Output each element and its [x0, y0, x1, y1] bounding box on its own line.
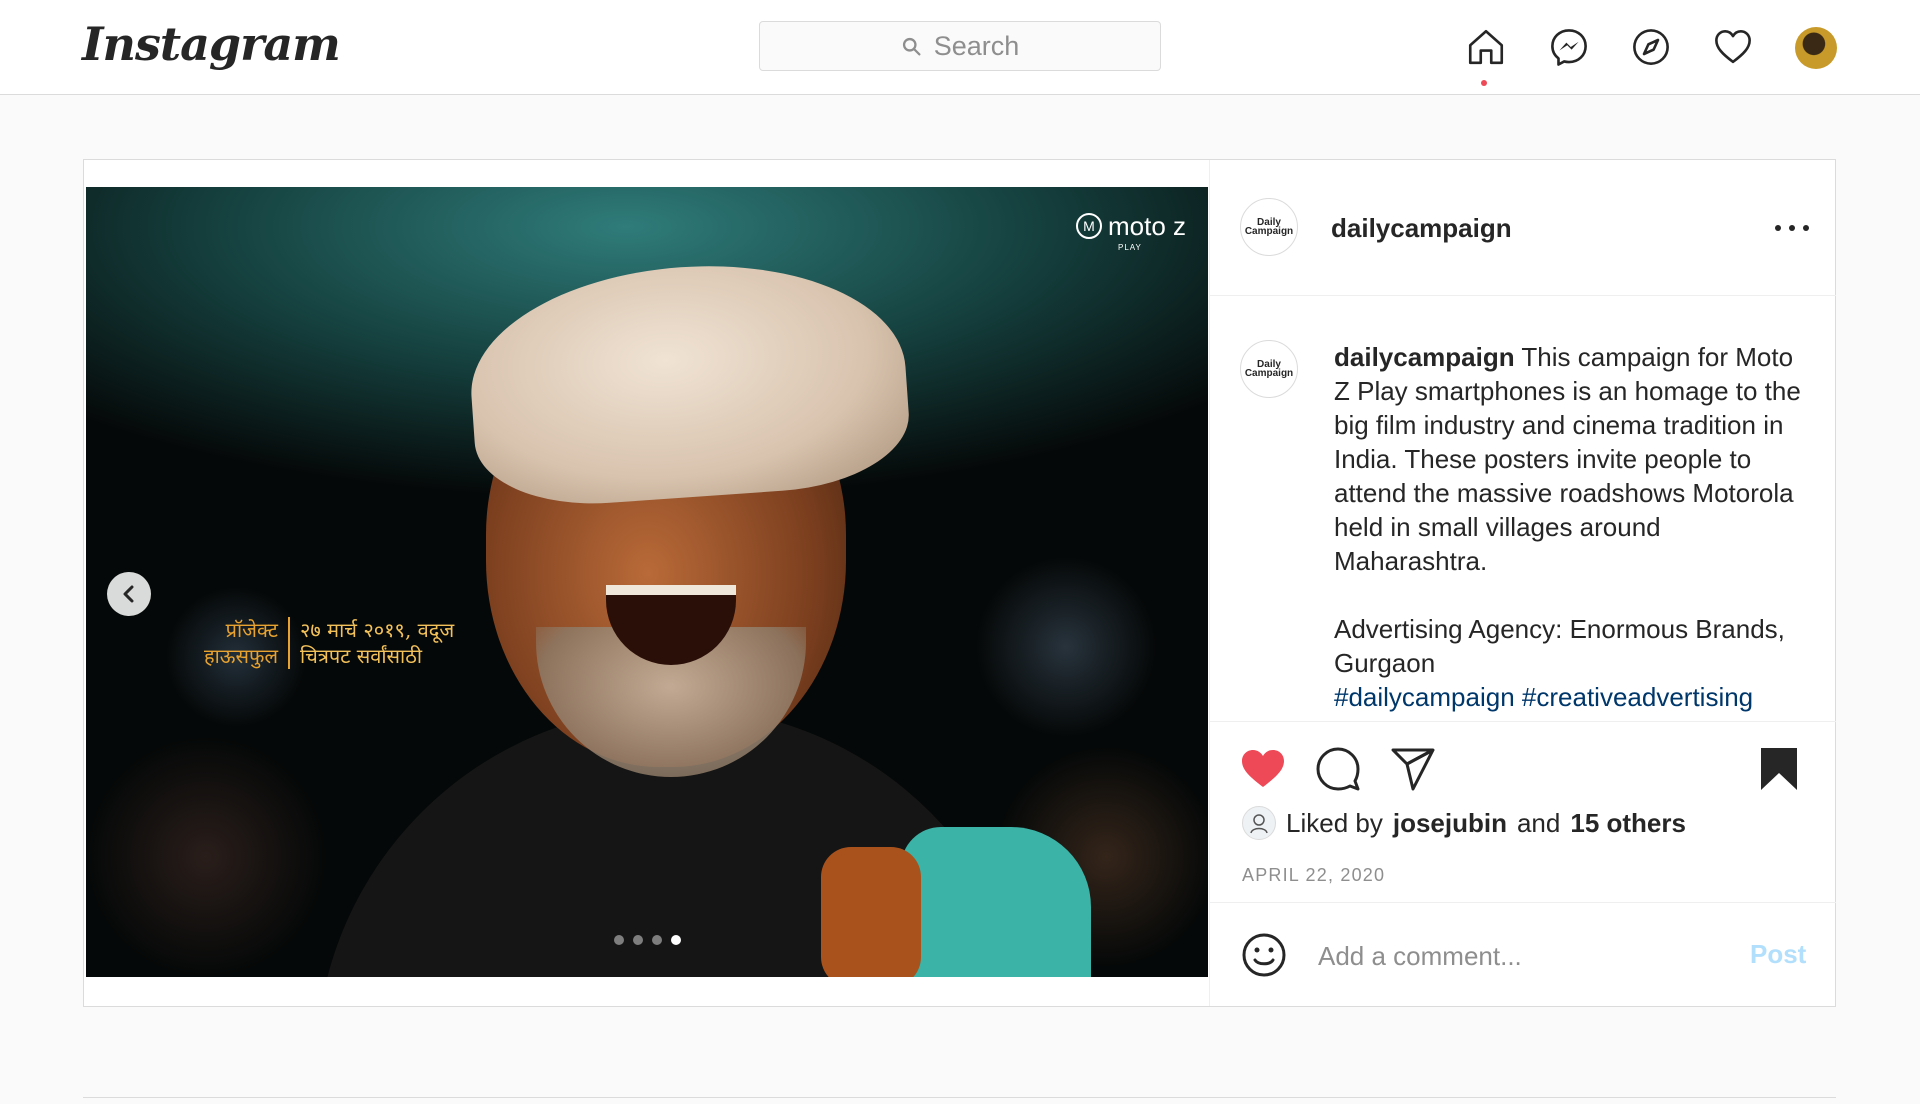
liker-username[interactable]: josejubin: [1393, 808, 1507, 839]
add-comment-bar: Post: [1210, 902, 1836, 1007]
carousel-indicator: [614, 935, 681, 945]
active-indicator: [1481, 80, 1487, 86]
moto-play-text: PLAY: [1118, 243, 1142, 252]
post-header: Daily Campaign dailycampaign: [1210, 160, 1836, 296]
top-navbar: Instagram Search: [0, 0, 1920, 95]
author-username[interactable]: dailycampaign: [1331, 213, 1512, 244]
poster-title-line1: प्रॉजेक्ट: [225, 618, 278, 642]
search-placeholder: Search: [933, 30, 1020, 61]
motorola-m-icon: M: [1076, 213, 1102, 239]
feed-divider: [83, 1097, 1836, 1098]
post-actions: Liked by josejubin and 15 others APRIL 2…: [1210, 721, 1836, 885]
more-options-button[interactable]: [1775, 216, 1809, 240]
comment-bubble-icon: [1316, 747, 1360, 791]
caption-username[interactable]: dailycampaign: [1334, 342, 1515, 372]
compass-icon: [1633, 29, 1669, 65]
image-person-hat: [463, 252, 914, 512]
post-image[interactable]: M moto z PLAY प्रॉजेक्ट हाऊसफुल २७ मार्च…: [86, 187, 1208, 977]
more-dot-icon: [1803, 225, 1809, 231]
profile-avatar[interactable]: [1795, 27, 1837, 69]
heart-filled-icon: [1242, 750, 1284, 787]
search-box[interactable]: Search: [759, 21, 1161, 71]
caption-section: Daily Campaign dailycampaign This campai…: [1210, 296, 1836, 721]
save-button[interactable]: [1754, 744, 1804, 794]
hashtag-link[interactable]: #dailycampaign: [1334, 682, 1515, 712]
carousel-dot: [633, 935, 643, 945]
moto-z-logo: M moto z PLAY: [1076, 212, 1186, 252]
likes-and: and: [1516, 807, 1561, 838]
likes-others-link[interactable]: 15 others: [1570, 808, 1686, 839]
carousel-dot: [614, 935, 624, 945]
more-dot-icon: [1775, 225, 1781, 231]
explore-button[interactable]: [1629, 24, 1673, 70]
caption-text: dailycampaign This campaign for Moto Z P…: [1334, 340, 1814, 714]
comment-button[interactable]: [1313, 744, 1363, 794]
hashtag-link[interactable]: #creativeadvertising: [1522, 682, 1753, 712]
liker-avatar[interactable]: [1242, 806, 1276, 840]
likes-prefix: Liked by: [1286, 807, 1383, 838]
poster-marathi-text: प्रॉजेक्ट हाऊसफुल २७ मार्च २०१९, वदूज चि…: [204, 617, 454, 669]
author-avatar[interactable]: Daily Campaign: [1240, 198, 1298, 256]
post-date[interactable]: APRIL 22, 2020: [1242, 865, 1385, 886]
activity-button[interactable]: [1711, 24, 1755, 70]
poster-divider: [288, 617, 290, 669]
search-icon: [902, 37, 921, 56]
instagram-logo[interactable]: Instagram: [82, 14, 341, 74]
paper-plane-icon: [1391, 748, 1435, 791]
comment-input[interactable]: [1316, 931, 1740, 981]
messenger-button[interactable]: [1547, 24, 1591, 70]
person-sketch-icon: [1250, 814, 1268, 834]
emoji-smiley-icon[interactable]: [1240, 931, 1288, 979]
share-button[interactable]: [1388, 744, 1438, 794]
more-dot-icon: [1789, 225, 1795, 231]
bookmark-filled-icon: [1761, 748, 1797, 790]
like-button[interactable]: [1238, 744, 1288, 794]
image-person-scarf: [821, 847, 921, 977]
caption-author-avatar[interactable]: Daily Campaign: [1240, 340, 1298, 398]
poster-title-line2: हाऊसफुल: [204, 644, 278, 668]
chevron-left-icon: [123, 585, 134, 603]
post-side-panel: Daily Campaign dailycampaign Daily Campa…: [1209, 160, 1836, 1006]
post-comment-button[interactable]: Post: [1750, 939, 1806, 970]
image-person-shirt: [901, 827, 1091, 977]
home-icon: [1468, 29, 1504, 65]
carousel-dot-active: [671, 935, 681, 945]
likes-summary: Liked by josejubin and 15 others: [1242, 806, 1686, 840]
post-card: M moto z PLAY प्रॉजेक्ट हाऊसफुल २७ मार्च…: [83, 159, 1836, 1007]
caption-body: This campaign for Moto Z Play smartphone…: [1334, 342, 1801, 576]
carousel-dot: [652, 935, 662, 945]
poster-tagline: चित्रपट सर्वांसाठी: [300, 644, 423, 668]
home-button[interactable]: [1464, 24, 1508, 70]
messenger-icon: [1551, 29, 1587, 66]
poster-date-line: २७ मार्च २०१९, वदूज: [300, 618, 455, 642]
caption-agency: Advertising Agency: Enormous Brands, Gur…: [1334, 614, 1785, 678]
carousel-prev-button[interactable]: [107, 572, 151, 616]
heart-outline-icon: [1715, 29, 1751, 64]
